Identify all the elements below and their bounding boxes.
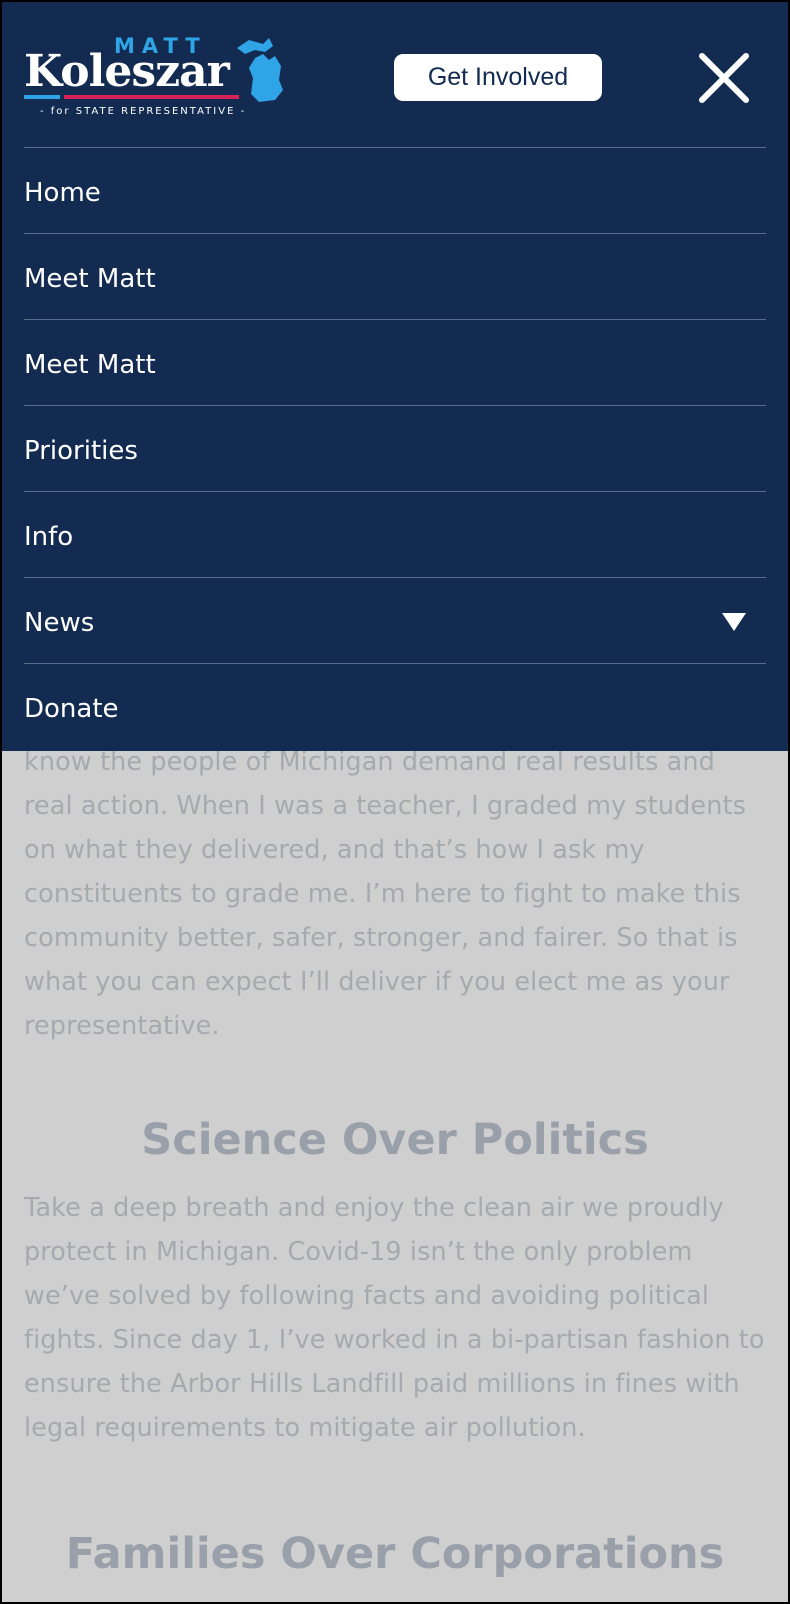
logo-underline-red (64, 95, 239, 99)
get-involved-button[interactable]: Get Involved (394, 54, 602, 101)
mobile-menu: MATT Koleszar - for STATE REPRESENTATIVE… (2, 2, 788, 751)
nav-item-label: Meet Matt (24, 349, 156, 380)
nav-item-meet-matt-2[interactable]: Meet Matt (24, 320, 766, 406)
menu-header: MATT Koleszar - for STATE REPRESENTATIVE… (24, 2, 766, 148)
page-frame: know the people of Michigan demand real … (0, 0, 790, 1604)
site-logo[interactable]: MATT Koleszar - for STATE REPRESENTATIVE… (24, 34, 284, 124)
nav-item-label: Meet Matt (24, 263, 156, 294)
intro-paragraph: know the people of Michigan demand real … (24, 747, 746, 1041)
michigan-map-icon (237, 38, 283, 102)
logo-last-name: Koleszar (24, 46, 230, 97)
nav-item-label: News (24, 607, 95, 638)
science-paragraph: Take a deep breath and enjoy the clean a… (24, 1193, 765, 1443)
nav-item-donate[interactable]: Donate (24, 664, 766, 750)
close-icon[interactable] (696, 50, 752, 106)
nav-item-priorities[interactable]: Priorities (24, 406, 766, 492)
logo-tagline: - for STATE REPRESENTATIVE - (40, 106, 247, 117)
nav-item-info[interactable]: Info (24, 492, 766, 578)
nav-item-label: Priorities (24, 435, 138, 466)
nav-item-news[interactable]: News (24, 578, 766, 664)
logo-underline-blue (24, 95, 60, 99)
nav-item-home[interactable]: Home (24, 148, 766, 234)
dropdown-caret-icon[interactable] (722, 613, 746, 631)
nav-item-label: Donate (24, 694, 119, 724)
section-heading-science: Science Over Politics (141, 1115, 649, 1165)
background-content: know the people of Michigan demand real … (2, 742, 788, 1582)
nav-item-label: Info (24, 521, 74, 552)
section-heading-families: Families Over Corporations (65, 1529, 725, 1579)
nav-item-meet-matt[interactable]: Meet Matt (24, 234, 766, 320)
nav-item-label: Home (24, 177, 101, 208)
